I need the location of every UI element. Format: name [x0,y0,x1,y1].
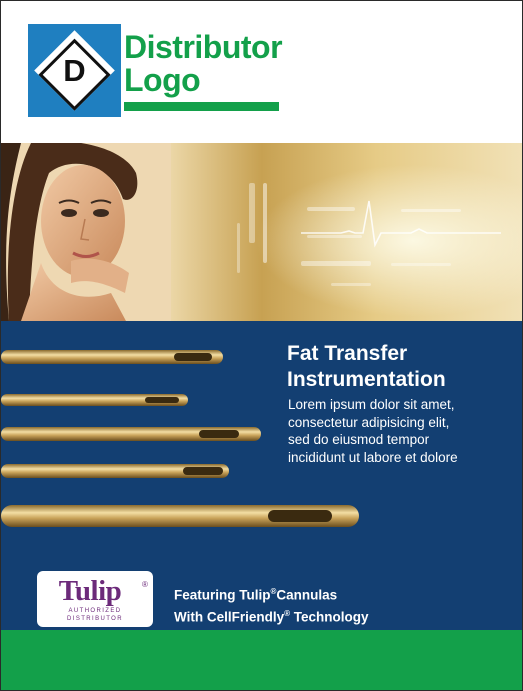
featuring-line-2: With CellFriendly® Technology [174,608,369,625]
title-line-1: Fat Transfer [287,342,408,365]
logo-underline-bar [124,102,279,111]
ecg-line-graphic [301,200,501,248]
distributor-logo-mark: D [28,24,121,117]
logo-letter: D [63,52,86,88]
product-description: Lorem ipsum dolor sit amet, consectetur … [288,396,513,466]
logo-line-2: Logo [124,62,201,98]
badge-authorized-text: AUTHORIZED [68,608,122,614]
logo-line-1: Distributor [124,29,283,65]
body-line-4: incididunt ut labore et dolore [288,449,458,465]
body-line-2: consectetur adipisicing elit, [288,414,450,430]
featuring-text: Featuring Tulip®Cannulas With CellFriend… [174,583,369,626]
featuring-line-1: Featuring Tulip®Cannulas [174,587,338,603]
flyer-page: D Distributor Logo Fat Transfer Instrume… [0,0,523,691]
badge-distributor-text: DISTRIBUTOR [67,616,123,622]
cannula-image [1,464,229,478]
hero-image [1,143,522,321]
distributor-logo-text: Distributor Logo [124,29,283,98]
footer-bar [1,630,522,690]
woman-portrait-image [1,143,171,321]
cannula-image [1,394,188,406]
cannula-image [1,505,359,527]
body-line-1: Lorem ipsum dolor sit amet, [288,397,455,412]
tulip-registered-mark: ® [142,580,148,589]
cannula-image [1,427,261,441]
tulip-wordmark: Tulip [58,575,122,607]
body-line-3: sed do eiusmod tempor [288,432,430,447]
tulip-authorized-badge: Tulip ® AUTHORIZED DISTRIBUTOR [37,571,153,627]
product-panel: Fat Transfer Instrumentation Lorem ipsum… [1,321,522,630]
cannula-image [1,350,223,364]
product-title: Fat Transfer Instrumentation [287,341,446,393]
title-line-2: Instrumentation [287,368,446,391]
